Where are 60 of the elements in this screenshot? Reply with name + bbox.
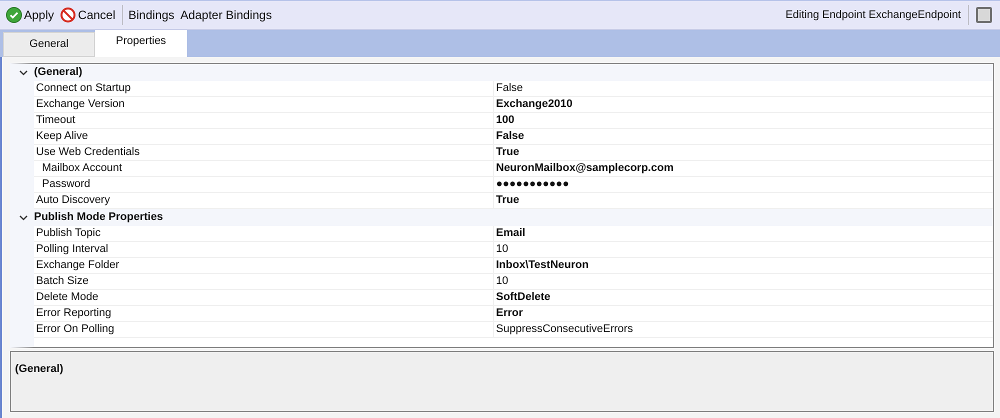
property-value[interactable]: 100 [496, 115, 514, 126]
property-row[interactable]: Batch Size 10 [34, 274, 993, 290]
property-row[interactable]: Publish Topic Email [34, 226, 993, 242]
property-name[interactable]: Polling Interval [34, 244, 108, 255]
property-value[interactable]: False [496, 83, 523, 94]
property-name[interactable]: Keep Alive [34, 131, 88, 142]
tab[interactable]: General [3, 32, 95, 57]
property-value[interactable]: Inbox\TestNeuron [496, 260, 589, 271]
property-row[interactable]: Error Reporting Error [34, 306, 993, 322]
property-value[interactable]: 10 [496, 276, 508, 287]
property-value[interactable]: NeuronMailbox@samplecorp.com [496, 163, 674, 174]
editing-status: Editing Endpoint ExchangeEndpoint [785, 8, 961, 23]
category-header[interactable]: Publish Mode Properties [34, 209, 163, 226]
property-name[interactable]: Timeout [34, 115, 76, 126]
property-row[interactable]: Polling Interval 10 [34, 242, 993, 258]
property-row[interactable]: Exchange Version Exchange2010 [34, 97, 993, 113]
description-title: (General) [15, 363, 64, 375]
property-name[interactable]: Auto Discovery [34, 195, 110, 206]
property-name[interactable]: Publish Topic [34, 228, 101, 239]
property-value[interactable]: 10 [496, 244, 508, 255]
property-row[interactable]: Delete Mode SoftDelete [34, 290, 993, 306]
toolbar-button[interactable]: Cancel [58, 4, 118, 26]
property-value[interactable]: ●●●●●●●●●●● [496, 179, 570, 190]
property-row[interactable]: Keep Alive False [34, 129, 993, 145]
property-name[interactable]: Password [34, 179, 90, 190]
property-name[interactable]: Connect on Startup [34, 83, 131, 94]
maximize-button[interactable] [976, 7, 992, 23]
property-row[interactable]: Mailbox Account NeuronMailbox@samplecorp.com [34, 161, 993, 177]
property-name[interactable]: Exchange Folder [34, 260, 120, 271]
property-row[interactable]: Error On Polling SuppressConsecutiveErrors [34, 322, 993, 338]
property-name[interactable]: Error On Polling [34, 324, 114, 335]
property-value[interactable]: False [496, 131, 524, 142]
property-name[interactable]: Use Web Credentials [34, 147, 140, 158]
category-header[interactable]: (General) [34, 64, 82, 81]
property-row[interactable]: Connect on Startup False [34, 81, 993, 97]
chevron-down-icon[interactable] [18, 214, 28, 220]
property-name[interactable]: Delete Mode [34, 292, 98, 303]
tab[interactable]: Properties [95, 30, 187, 57]
property-value[interactable]: Error [496, 308, 523, 319]
prohibited-icon [60, 7, 76, 23]
chevron-down-icon[interactable] [18, 70, 28, 76]
property-row[interactable]: Auto Discovery True [34, 193, 993, 209]
property-value[interactable]: True [496, 147, 520, 158]
property-row[interactable]: Exchange Folder Inbox\TestNeuron [34, 258, 993, 274]
property-value[interactable]: True [496, 195, 520, 206]
property-value[interactable]: Exchange2010 [496, 99, 572, 110]
property-name[interactable]: Error Reporting [34, 308, 112, 319]
toolbar-button[interactable]: Bindings [126, 4, 176, 26]
checkmark-icon [6, 7, 22, 23]
property-row[interactable]: Use Web Credentials True [34, 145, 993, 161]
property-value[interactable]: SuppressConsecutiveErrors [496, 324, 633, 335]
property-name[interactable]: Mailbox Account [34, 163, 122, 174]
property-row[interactable]: Password ●●●●●●●●●●● [34, 177, 993, 193]
toolbar-button[interactable]: Apply [4, 4, 56, 26]
property-row[interactable]: Timeout 100 [34, 113, 993, 129]
toolbar-button[interactable]: Adapter Bindings [178, 4, 274, 26]
property-value[interactable]: Email [496, 228, 526, 239]
property-value[interactable]: SoftDelete [496, 292, 550, 303]
property-name[interactable]: Batch Size [34, 276, 89, 287]
property-name[interactable]: Exchange Version [34, 99, 125, 110]
